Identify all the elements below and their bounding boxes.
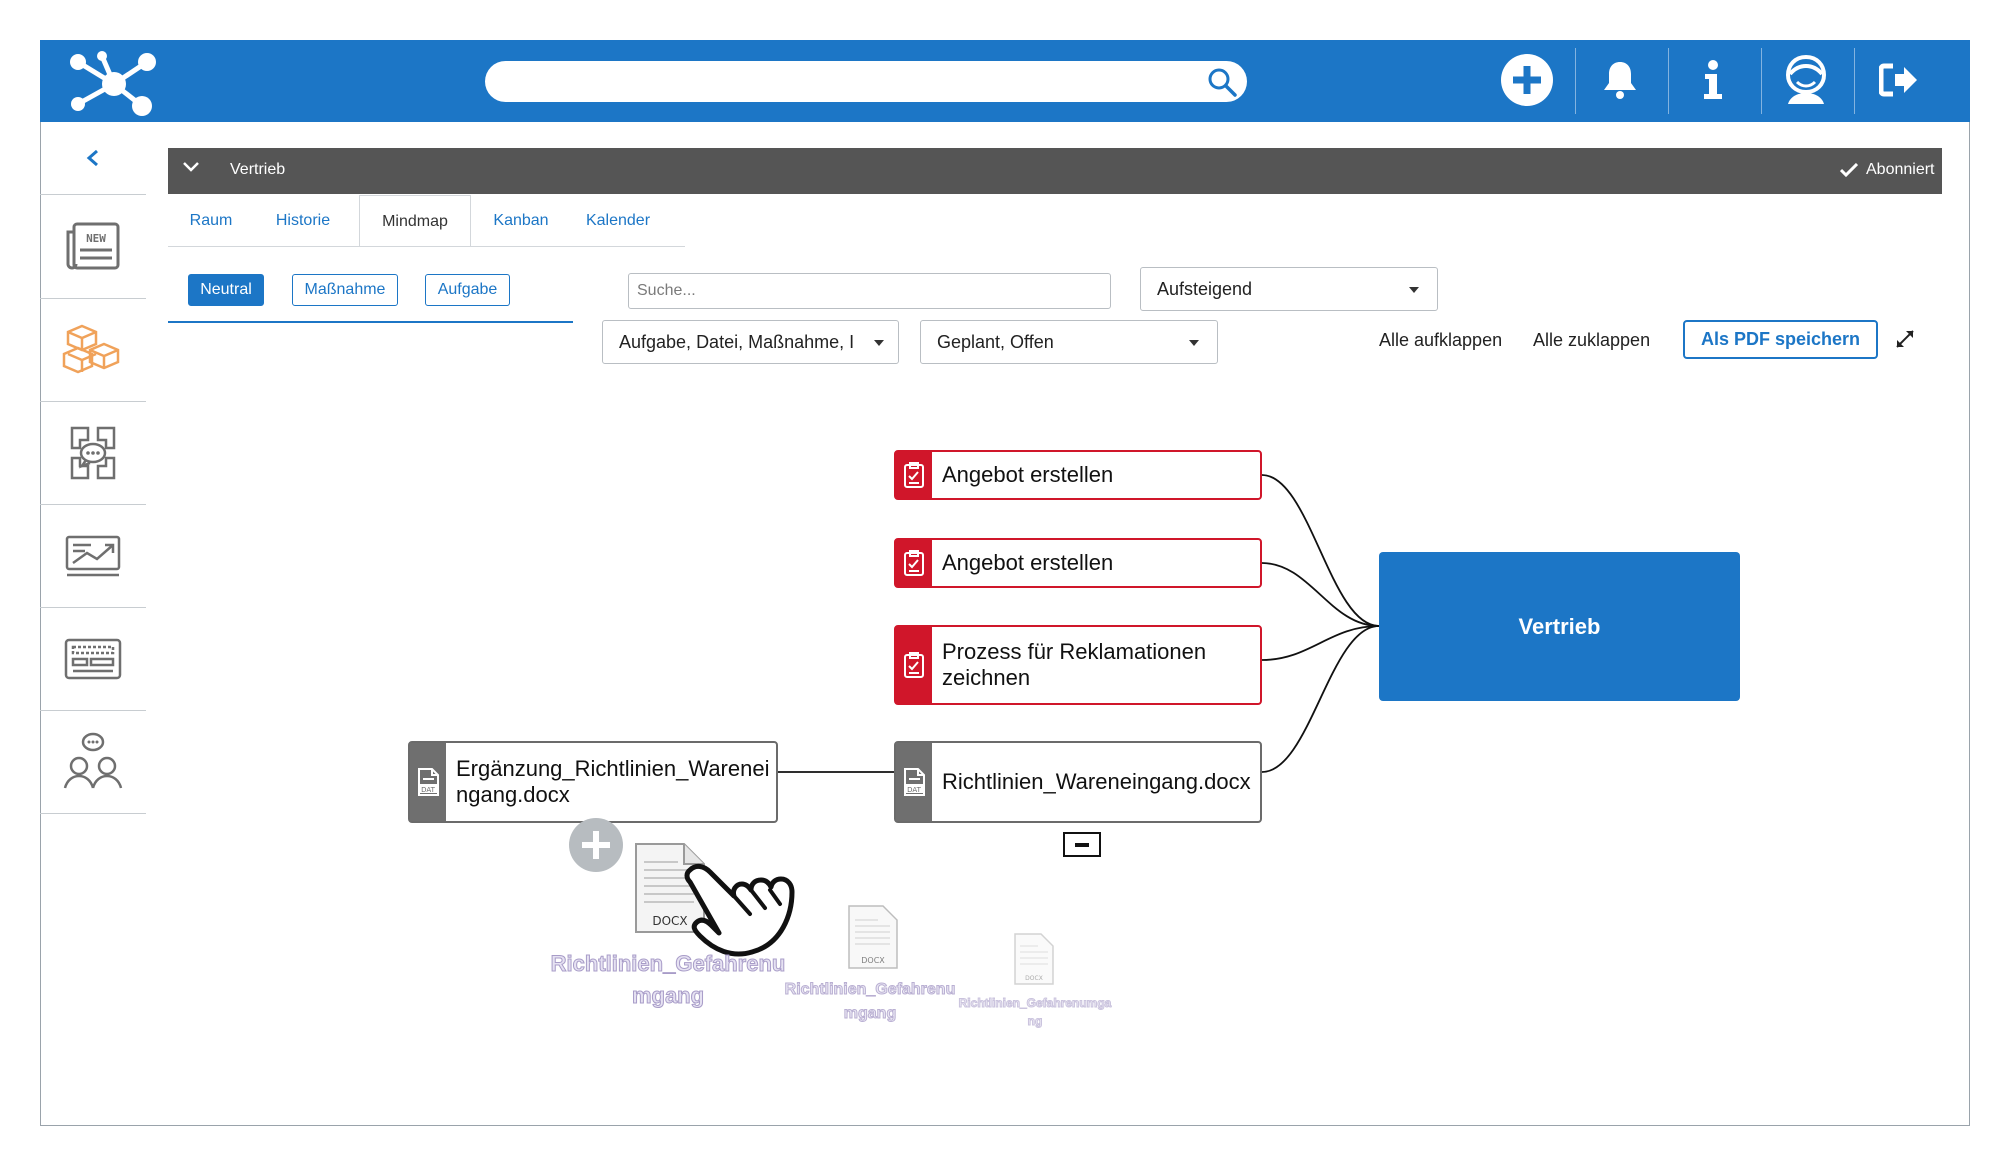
file-dat-icon: DAT xyxy=(410,743,446,821)
docx-file-icon: DOCX xyxy=(1014,933,1054,985)
mindmap-task-node[interactable]: Angebot erstellen xyxy=(894,450,1262,500)
mindmap-file-node[interactable]: DAT Richtlinien_Wareneingang.docx xyxy=(894,741,1262,823)
drag-file-label: Richtlinien_Gefahrenumgang xyxy=(784,981,956,1023)
task-node-label: Angebot erstellen xyxy=(942,462,1114,487)
svg-text:DOCX: DOCX xyxy=(652,914,687,928)
add-circle-icon[interactable] xyxy=(568,817,624,873)
docx-file-icon: DOCX xyxy=(848,905,898,969)
mindmap-file-node[interactable]: DAT Ergänzung_Richtlinien_Wareneingang.d… xyxy=(408,741,778,823)
svg-text:DOCX: DOCX xyxy=(861,956,885,965)
mindmap-root-node[interactable]: Vertrieb xyxy=(1379,552,1740,701)
file-dat-icon: DAT xyxy=(896,743,932,821)
collapse-node-button[interactable] xyxy=(1063,832,1101,857)
svg-text:DAT: DAT xyxy=(907,786,922,794)
task-node-label: Prozess für Reklamationen zeichnen xyxy=(942,639,1207,690)
svg-text:DAT: DAT xyxy=(421,786,436,794)
svg-text:DOCX: DOCX xyxy=(1025,975,1043,982)
task-icon xyxy=(896,540,932,586)
file-node-label: Ergänzung_Richtlinien_Wareneingang.docx xyxy=(456,756,770,807)
task-icon xyxy=(896,627,932,703)
mindmap-task-node[interactable]: Prozess für Reklamationen zeichnen xyxy=(894,625,1262,705)
drag-file-label: Richtlinien_Gefahrenumgang xyxy=(550,951,786,1009)
task-node-label: Angebot erstellen xyxy=(942,550,1114,575)
task-icon xyxy=(896,452,932,498)
file-node-label: Richtlinien_Wareneingang.docx xyxy=(942,769,1251,794)
mindmap-task-node[interactable]: Angebot erstellen xyxy=(894,538,1262,588)
hand-cursor-icon xyxy=(684,863,795,957)
drag-file-label: Richtlinien_Gefahrenumgang xyxy=(958,996,1112,1029)
